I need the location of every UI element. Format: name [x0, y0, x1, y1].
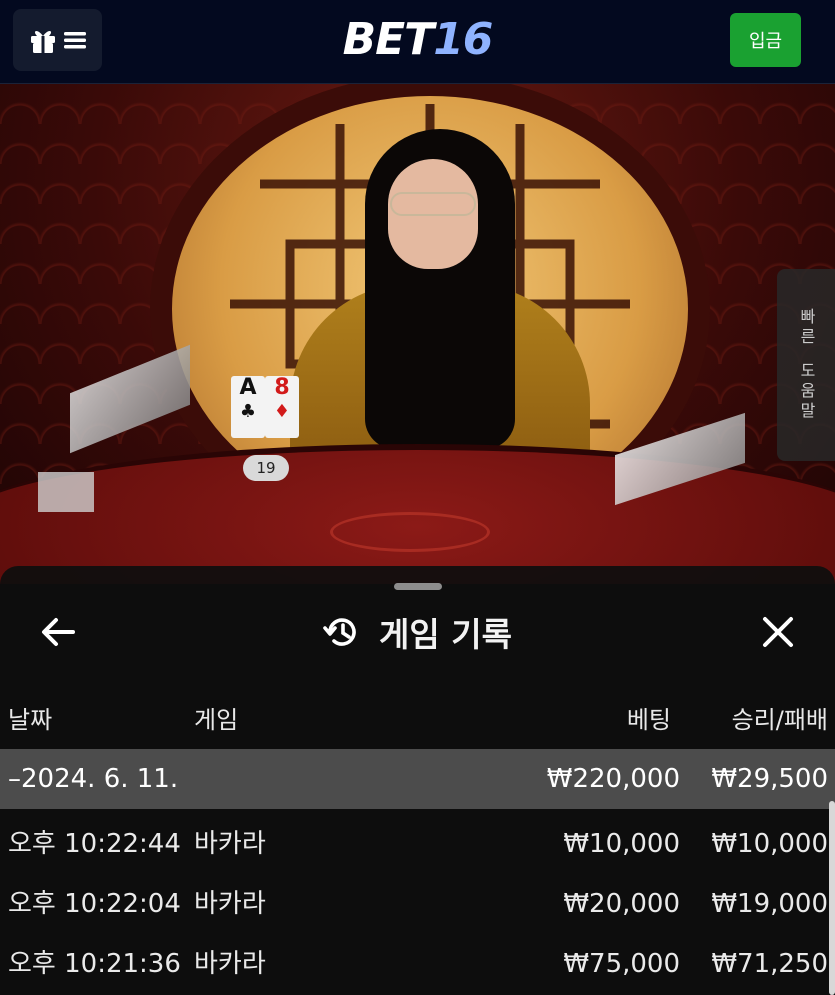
row-bet: ₩75,000	[563, 949, 680, 979]
deposit-button[interactable]: 입금	[730, 13, 801, 67]
row-time: 오후 10:22:04	[8, 889, 181, 919]
row-time: 오후 10:22:44	[8, 829, 181, 859]
site-logo[interactable]: BET16	[0, 14, 835, 65]
logo-text: BET	[342, 14, 435, 65]
close-button[interactable]	[756, 610, 800, 654]
player-score-badge: 19	[243, 455, 289, 481]
playing-card: A ♣	[231, 376, 265, 438]
playing-card: 8 ♦	[265, 376, 299, 438]
side-help-label: 도움말	[797, 362, 816, 422]
row-game: 바카라	[194, 949, 266, 979]
summary-result-total: ₩29,500	[711, 764, 828, 794]
row-result: ₩71,250	[711, 949, 828, 979]
summary-bet-total: ₩220,000	[546, 764, 680, 794]
table-row[interactable]: 오후 10:21:36 바카라 ₩75,000 ₩71,250	[0, 934, 835, 994]
column-header-game[interactable]: 게임	[194, 700, 238, 735]
row-bet: ₩20,000	[563, 889, 680, 919]
column-header-result[interactable]: 승리/패배	[732, 700, 828, 735]
table-row[interactable]: 오후 10:22:44 바카라 ₩10,000 ₩10,000	[0, 814, 835, 874]
close-icon	[763, 617, 793, 647]
speed-table-logo	[330, 512, 490, 552]
player-cards: A ♣ 8 ♦	[231, 376, 299, 438]
top-header: BET16 입금	[0, 0, 835, 84]
panel-title: 게임 기록	[0, 610, 835, 654]
row-game: 바카라	[194, 829, 266, 859]
logo-number: 16	[433, 14, 493, 65]
game-history-panel: 게임 기록 날짜 게임 베팅 승리/패배 –2024. 6. 11. ₩220,…	[0, 566, 835, 995]
card-holder	[38, 472, 94, 512]
summary-date: –2024. 6. 11.	[8, 764, 179, 794]
quick-help-tab[interactable]: 빠른 도움말	[777, 269, 835, 461]
row-bet: ₩10,000	[563, 829, 680, 859]
row-result: ₩10,000	[711, 829, 828, 859]
date-summary-row[interactable]: –2024. 6. 11. ₩220,000 ₩29,500	[0, 749, 835, 809]
table-row[interactable]: 오후 10:22:04 바카라 ₩20,000 ₩19,000	[0, 874, 835, 934]
column-header-bet[interactable]: 베팅	[627, 700, 671, 735]
row-game: 바카라	[194, 889, 266, 919]
dealer-glasses	[390, 192, 476, 216]
row-result: ₩19,000	[711, 889, 828, 919]
row-time: 오후 10:21:36	[8, 949, 181, 979]
live-dealer-video: A ♣ 8 ♦ 19 빠른 도움말	[0, 84, 835, 584]
drag-handle[interactable]	[394, 583, 442, 590]
panel-title-text: 게임 기록	[379, 615, 512, 654]
scrollbar-thumb[interactable]	[829, 801, 835, 995]
column-header-date[interactable]: 날짜	[8, 700, 52, 735]
side-help-label: 빠른	[797, 308, 816, 348]
history-icon	[323, 618, 356, 646]
